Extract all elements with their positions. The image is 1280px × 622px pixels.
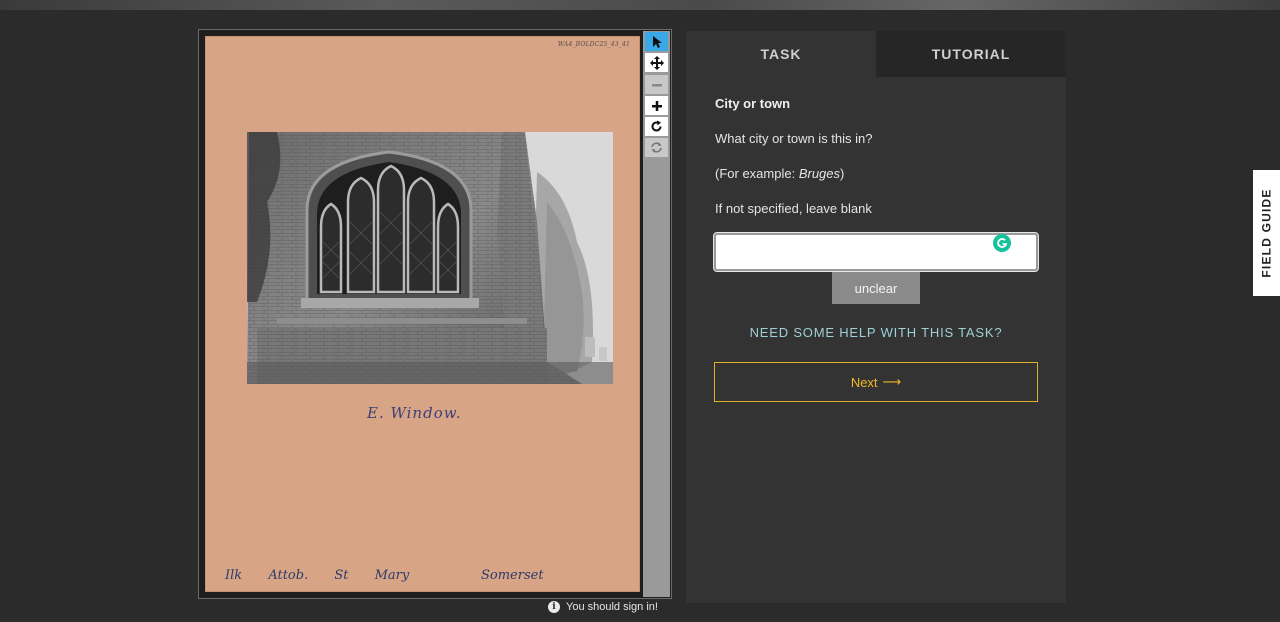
zoom-in-icon bbox=[651, 100, 662, 111]
field-guide-label: FIELD GUIDE bbox=[1259, 188, 1274, 278]
card-reference: WA4_BOLDC25_43_41 bbox=[557, 41, 630, 48]
footer-word: Mary bbox=[374, 568, 410, 583]
question-example: (For example: Bruges) bbox=[715, 166, 844, 181]
tab-tutorial[interactable]: TUTORIAL bbox=[876, 31, 1066, 77]
footer-county: Somerset bbox=[481, 568, 544, 583]
footer-word: Ilk bbox=[225, 568, 243, 583]
arrow-right-icon: ⟶ bbox=[882, 374, 902, 389]
info-icon: i bbox=[548, 601, 560, 613]
footer-handwriting: Ilk Attob. St Mary Somerset bbox=[225, 568, 544, 583]
tab-task[interactable]: TASK bbox=[686, 31, 876, 77]
zoom-out-icon bbox=[651, 83, 662, 86]
footer-word: St bbox=[334, 568, 349, 583]
next-button[interactable]: Next ⟶ bbox=[714, 362, 1038, 402]
zoom-in-button[interactable] bbox=[645, 96, 668, 115]
example-suffix: ) bbox=[840, 166, 845, 181]
footer-word: Attob. bbox=[268, 568, 309, 583]
example-value: Bruges bbox=[798, 166, 841, 181]
top-banner bbox=[0, 0, 1280, 10]
example-prefix: (For example: bbox=[715, 166, 799, 181]
subject-viewer[interactable]: WA4_BOLDC25_43_41 E. Window. Ilk Attob. … bbox=[198, 29, 672, 599]
task-panel: TASK TUTORIAL City or town What city or … bbox=[686, 31, 1066, 603]
city-answer-input[interactable] bbox=[713, 232, 1039, 272]
grammarly-icon[interactable] bbox=[993, 234, 1011, 252]
move-icon bbox=[649, 55, 664, 70]
reset-button[interactable] bbox=[645, 138, 668, 157]
help-link[interactable]: NEED SOME HELP WITH THIS TASK? bbox=[686, 325, 1066, 340]
pointer-icon bbox=[652, 35, 662, 48]
unclear-button[interactable]: unclear bbox=[832, 272, 920, 304]
field-guide-tab[interactable]: FIELD GUIDE bbox=[1253, 170, 1280, 296]
caption-handwriting: E. Window. bbox=[367, 404, 462, 422]
panel-tabs: TASK TUTORIAL bbox=[686, 31, 1066, 77]
sign-in-notice[interactable]: i You should sign in! bbox=[548, 601, 658, 613]
zoom-out-button[interactable] bbox=[645, 75, 668, 94]
pointer-tool-button[interactable] bbox=[645, 32, 668, 51]
next-label: Next bbox=[850, 374, 878, 390]
reset-icon bbox=[651, 142, 662, 153]
question-text: What city or town is this in? bbox=[715, 131, 873, 146]
sign-in-text: You should sign in! bbox=[566, 601, 658, 613]
question-title: City or town bbox=[715, 96, 791, 111]
church-window-photo bbox=[247, 132, 613, 384]
question-instruction: If not specified, leave blank bbox=[715, 201, 872, 216]
viewer-toolbar bbox=[643, 31, 670, 597]
rotate-button[interactable] bbox=[645, 117, 668, 136]
archive-card: WA4_BOLDC25_43_41 E. Window. Ilk Attob. … bbox=[205, 36, 640, 592]
rotate-icon bbox=[651, 120, 662, 132]
move-tool-button[interactable] bbox=[645, 53, 668, 72]
